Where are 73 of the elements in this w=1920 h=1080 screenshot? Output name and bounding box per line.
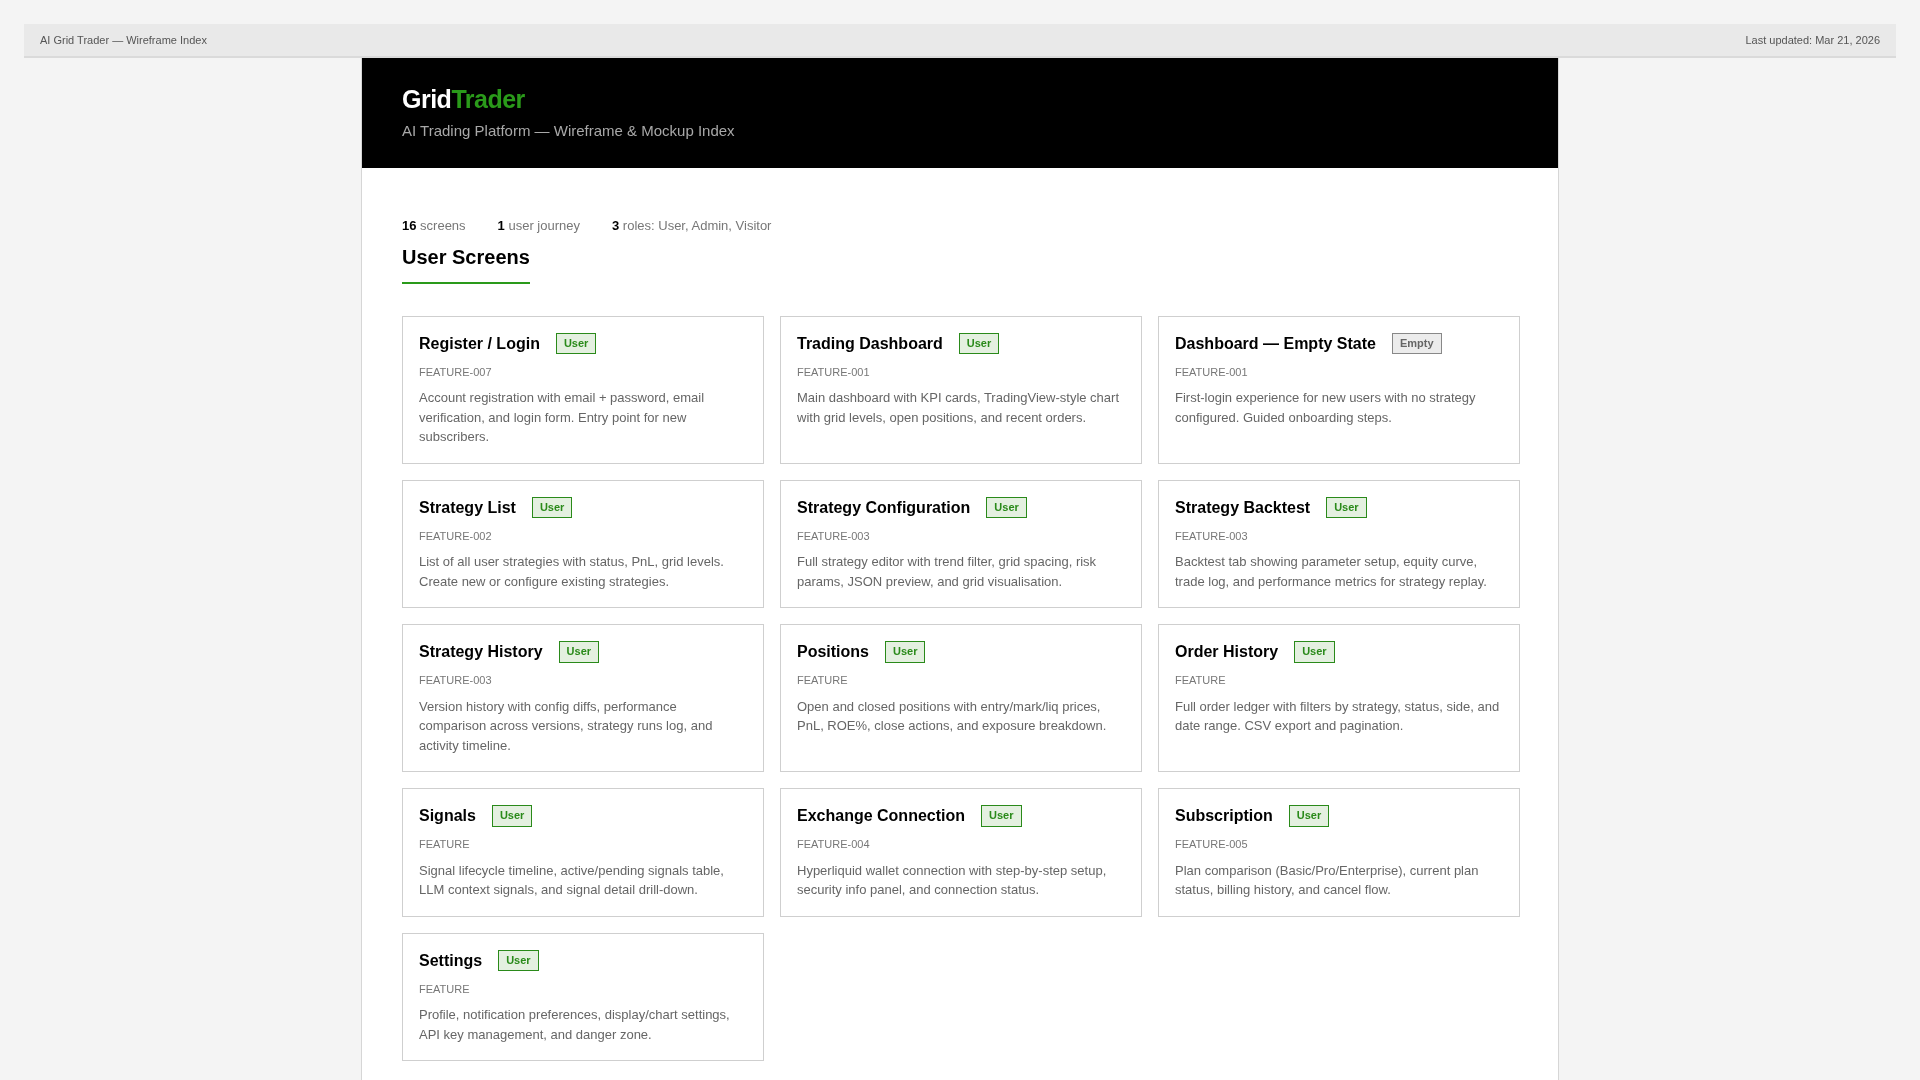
feature-id: FEATURE-001	[797, 364, 871, 380]
role-tag: User	[885, 641, 926, 663]
card-title: Strategy History	[419, 642, 543, 662]
card-description: Full strategy editor with trend filter, grid spacing, risk params, JSON preview, and grid visualisation.	[797, 553, 1098, 591]
feature-id: FEATURE-003	[1175, 528, 1249, 544]
feature-id: FEATURE	[1175, 673, 1227, 688]
card-title: Register / Login	[419, 333, 540, 354]
feature-id: FEATURE	[797, 673, 849, 688]
header-subtitle: AI Trading Platform — Wireframe & Mockup Index	[402, 121, 736, 141]
card-description: Profile, notification preferences, display/chart settings, API key management, and danger zone.	[419, 1006, 731, 1044]
last-updated-text: Last updated: Mar 21, 2026	[1745, 32, 1880, 48]
screen-card[interactable]: Exchange Connection User FEATURE-004 Hyperliquid wallet connection with step-by-step setup, security info panel, and connection status.	[780, 788, 1142, 917]
page-title: AI Grid Trader — Wireframe Index	[40, 32, 207, 48]
screen-card[interactable]: Strategy History User FEATURE-003 Version history with config diffs, performance comparison across versions, strategy runs log, and activity timeline.	[402, 624, 764, 772]
card-description: First-login experience for new users with no strategy configured. Guided onboarding steps.	[1175, 389, 1477, 427]
role-tag: User	[1294, 641, 1335, 663]
screen-card[interactable]: Settings User FEATURE Profile, notification preferences, display/chart settings, API key management, and danger zone.	[402, 932, 764, 1061]
feature-id: FEATURE	[419, 981, 471, 997]
feature-id: FEATURE-002	[419, 528, 493, 544]
card-description: List of all user strategies with status, PnL, grid levels. Create new or configure existing strategies.	[419, 553, 725, 591]
card-description: Main dashboard with KPI cards, TradingView-style chart with grid levels, open positions, and recent orders.	[797, 389, 1121, 427]
screen-card[interactable]: Positions User FEATURE Open and closed positions with entry/mark/liq prices, PnL, ROE%, close actions, and exposure breakdown.	[780, 624, 1142, 772]
card-title: Positions	[797, 642, 869, 662]
card-title: Subscription	[1175, 806, 1273, 826]
card-description: Version history with config diffs, performance comparison across versions, strategy runs log, and activity timeline.	[419, 697, 714, 755]
card-title: Settings	[419, 950, 483, 971]
role-tag: User	[986, 496, 1027, 519]
screen-card[interactable]: Signals User FEATURE Signal lifecycle timeline, active/pending signals table, LLM context signals, and signal detail drill-down.	[402, 788, 764, 917]
screen-card[interactable]: Strategy Backtest User FEATURE-003 Backtest tab showing parameter setup, equity curve, trade log, and performance metrics for strategy replay.	[1158, 479, 1520, 608]
role-tag: User	[555, 332, 597, 355]
stat-text: 1 user journey	[497, 217, 580, 235]
card-title: Trading Dashboard	[797, 333, 943, 354]
role-tag: User	[531, 496, 573, 519]
card-description: Open and closed positions with entry/mark/liq prices, PnL, ROE%, close actions, and exposure breakdown.	[797, 697, 1108, 735]
card-description: Hyperliquid wallet connection with step-by-step setup, security info panel, and connection status.	[797, 861, 1108, 899]
screen-card[interactable]: Dashboard — Empty State Empty FEATURE-001 First-login experience for new users with no strategy configured. Guided onboarding steps.	[1158, 315, 1520, 464]
feature-id: FEATURE-001	[1175, 364, 1249, 380]
section-heading: User Screens	[402, 241, 530, 284]
card-description: Backtest tab showing parameter setup, equity curve, trade log, and performance metrics for strategy replay.	[1175, 553, 1488, 591]
card-description: Full order ledger with filters by strategy, status, side, and date range. CSV export and pagination.	[1175, 697, 1501, 735]
card-title: Order History	[1175, 642, 1279, 662]
stat-text: 3 roles: User, Admin, Visitor	[612, 217, 772, 235]
screen-card[interactable]: Order History User FEATURE Full order ledger with filters by strategy, status, side, and date range. CSV export and pagination.	[1158, 624, 1520, 772]
card-title: Strategy List	[419, 497, 516, 518]
card-title: Signals	[419, 806, 476, 826]
role-tag: User	[981, 805, 1022, 827]
feature-id: FEATURE-005	[1175, 837, 1249, 852]
feature-id: FEATURE-003	[419, 673, 493, 688]
feature-id: FEATURE	[419, 837, 471, 852]
card-description: Plan comparison (Basic/Pro/Enterprise), current plan status, billing history, and cancel flow.	[1175, 861, 1480, 899]
card-title: Strategy Backtest	[1175, 497, 1311, 518]
role-tag: User	[491, 805, 533, 827]
stat-text: 16 screens	[402, 217, 466, 235]
role-tag: Empty	[1391, 332, 1442, 355]
screen-card[interactable]: Strategy Configuration User FEATURE-003 Full strategy editor with trend filter, grid spacing, risk params, JSON preview, and grid visualisation.	[780, 479, 1142, 608]
card-title: Exchange Connection	[797, 806, 966, 826]
role-tag: User	[958, 332, 1000, 355]
card-title: Dashboard — Empty State	[1175, 333, 1376, 354]
screen-card[interactable]: Register / Login User FEATURE-007 Account registration with email + password, email verification, and login form. Entry point for new subscribers.	[402, 315, 764, 464]
feature-id: FEATURE-004	[797, 837, 871, 852]
role-tag: User	[1326, 496, 1367, 519]
screen-card[interactable]: Trading Dashboard User FEATURE-001 Main dashboard with KPI cards, TradingView-style chart with grid levels, open positions, and recent orders.	[780, 315, 1142, 464]
screen-card[interactable]: Subscription User FEATURE-005 Plan comparison (Basic/Pro/Enterprise), current plan status, billing history, and cancel flow.	[1158, 788, 1520, 917]
screen-card[interactable]: Strategy List User FEATURE-002 List of all user strategies with status, PnL, grid levels. Create new or configure existing strategies.	[402, 479, 764, 608]
role-tag: User	[558, 641, 600, 663]
card-description: Account registration with email + password, email verification, and login form. Entry point for new subscribers.	[419, 389, 706, 446]
logo: GridTrader	[402, 84, 526, 114]
card-description: Signal lifecycle timeline, active/pending signals table, LLM context signals, and signal detail drill-down.	[419, 861, 725, 899]
feature-id: FEATURE-003	[797, 528, 871, 544]
feature-id: FEATURE-007	[419, 364, 493, 380]
card-title: Strategy Configuration	[797, 497, 971, 518]
role-tag: User	[1288, 805, 1330, 827]
role-tag: User	[498, 949, 539, 972]
